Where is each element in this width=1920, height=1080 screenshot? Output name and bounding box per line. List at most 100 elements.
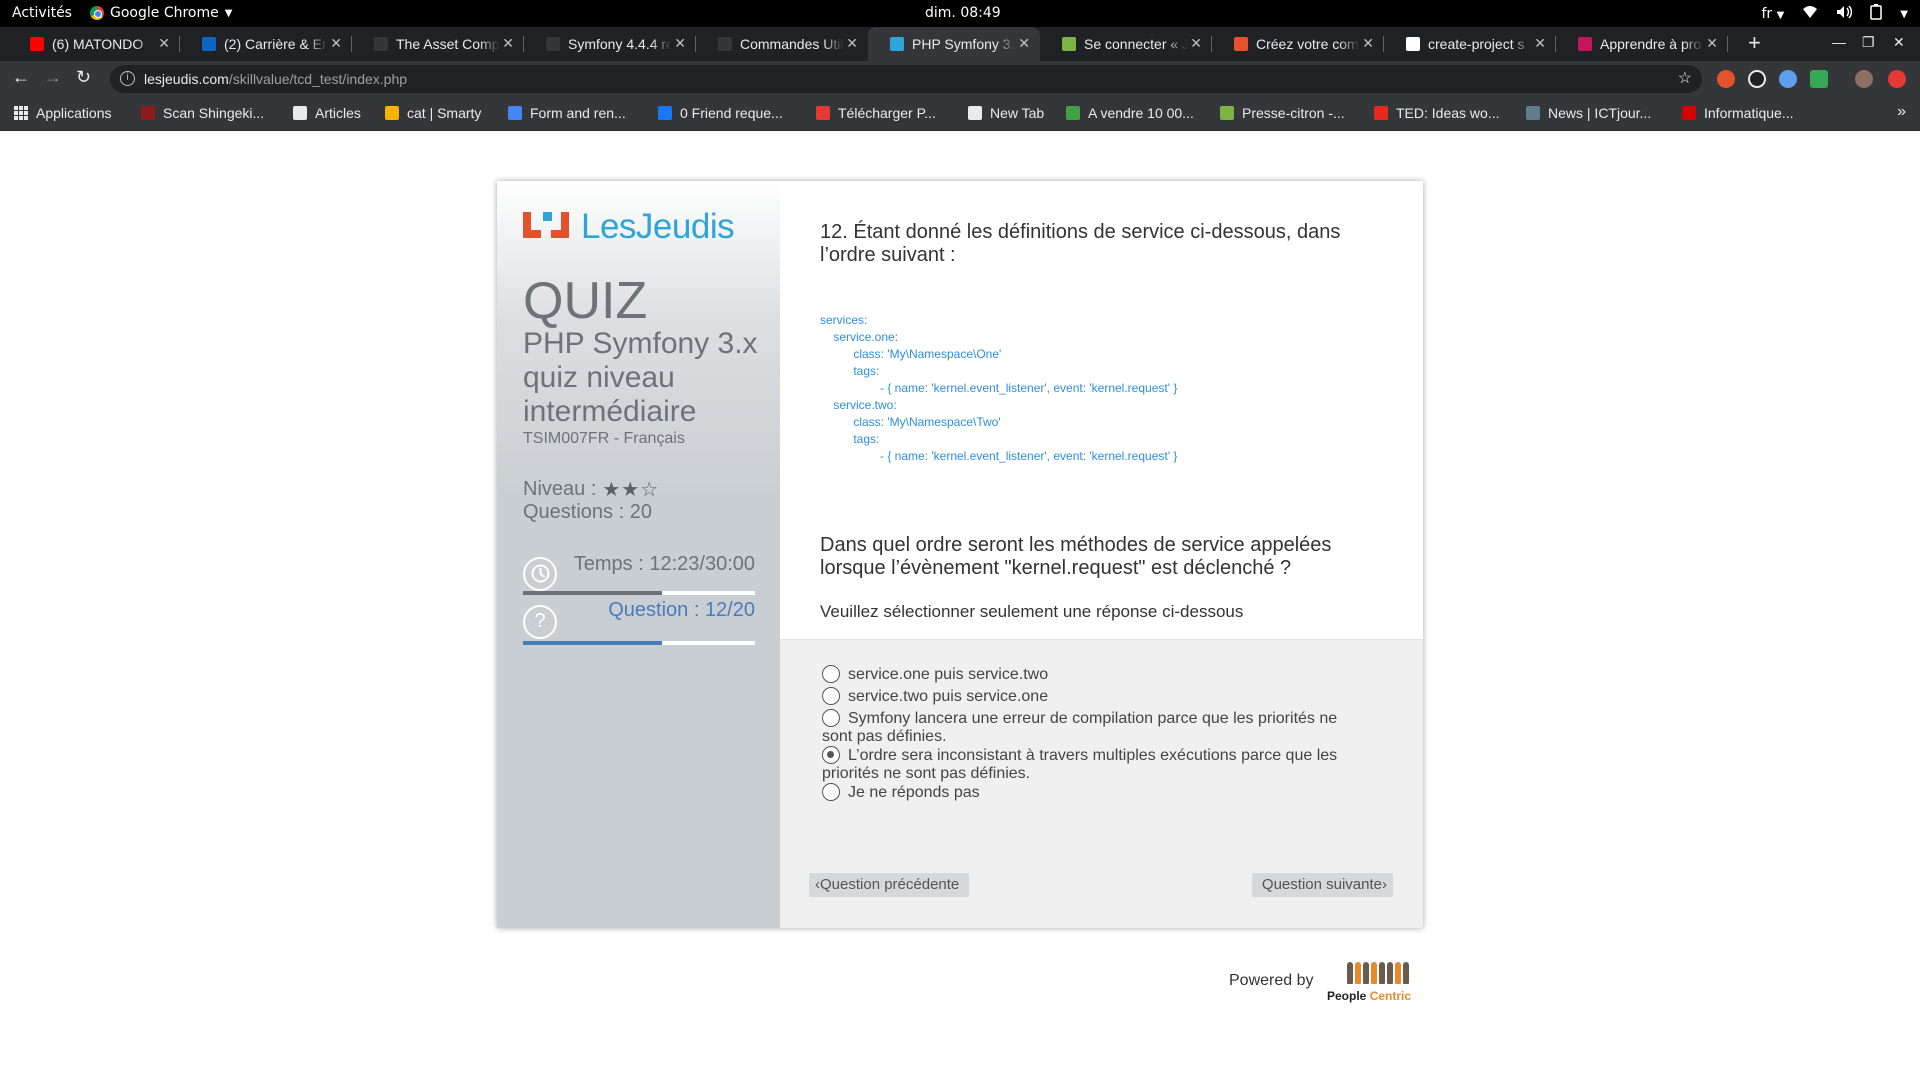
tab-title: Symfony 4.4.4 re — [568, 36, 672, 52]
tab-close-icon[interactable]: ✕ — [1190, 35, 1202, 52]
next-question-label: Question suivante — [1261, 876, 1382, 893]
answer-option[interactable]: Je ne réponds pas — [822, 783, 1362, 802]
tab-close-icon[interactable]: ✕ — [846, 35, 858, 52]
answer-radio[interactable] — [822, 687, 840, 705]
extension-icon[interactable] — [1748, 70, 1766, 88]
bookmark-item[interactable]: Télécharger P... — [816, 105, 936, 121]
code-line: class: 'My\Namespace\Two' — [820, 415, 1001, 429]
bookmark-favicon-icon — [1066, 106, 1080, 120]
browser-tab[interactable]: (6) MATONDO ✕ — [8, 27, 180, 61]
bookmark-item[interactable]: cat | Smarty — [385, 105, 481, 121]
previous-question-button[interactable]: ‹Question précédente — [809, 873, 970, 897]
answer-radio[interactable] — [822, 665, 840, 683]
bookmark-applications[interactable]: Applications — [14, 105, 112, 121]
bookmark-favicon-icon — [968, 106, 982, 120]
extension-icon[interactable] — [1888, 70, 1906, 88]
extension-icon[interactable] — [1717, 70, 1735, 88]
bookmark-item[interactable]: New Tab — [968, 105, 1044, 121]
extension-icon[interactable] — [1810, 70, 1828, 88]
browser-tab[interactable]: PHP Symfony 3.x ✕ — [868, 27, 1040, 61]
bookmark-item[interactable]: Articles — [293, 105, 361, 121]
keyboard-layout[interactable]: fr ▼ — [1761, 6, 1784, 22]
bookmark-favicon-icon — [293, 106, 307, 120]
browser-tab[interactable]: create-project s ✕ — [1384, 27, 1556, 61]
app-menu-label: Google Chrome — [110, 5, 219, 21]
maximize-button[interactable]: ❐ — [1862, 34, 1875, 51]
browser-tab[interactable]: Apprendre à pro ✕ — [1556, 27, 1728, 61]
minimize-button[interactable]: — — [1832, 34, 1846, 50]
bookmark-star-icon[interactable]: ☆ — [1678, 65, 1692, 93]
answer-label: Symfony lancera une erreur de compilatio… — [822, 710, 1338, 745]
next-question-button[interactable]: Question suivante› — [1251, 873, 1393, 897]
chevron-right-icon: › — [1382, 876, 1387, 893]
tab-title: (6) MATONDO — [52, 36, 144, 52]
answer-radio[interactable] — [822, 783, 840, 801]
tab-close-icon[interactable]: ✕ — [1534, 35, 1546, 52]
wifi-icon — [1802, 5, 1818, 23]
bookmark-label: Scan Shingeki... — [163, 105, 265, 121]
browser-tab[interactable]: Se connecter « J ✕ — [1040, 27, 1212, 61]
bookmark-item[interactable]: Form and ren... — [508, 105, 626, 121]
forward-button[interactable]: → — [44, 67, 62, 88]
answer-label: service.one puis service.two — [848, 666, 1049, 683]
address-bar[interactable]: i lesjeudis.com/skillvalue/tcd_test/inde… — [110, 65, 1702, 93]
answer-option[interactable]: service.one puis service.two — [822, 665, 1362, 684]
browser-tab[interactable]: Symfony 4.4.4 re ✕ — [524, 27, 696, 61]
tab-favicon-icon — [202, 37, 216, 51]
new-tab-button[interactable]: + — [1748, 30, 1761, 56]
info-icon[interactable]: i — [120, 71, 135, 86]
answer-label: Je ne réponds pas — [848, 784, 980, 801]
tab-close-icon[interactable]: ✕ — [1706, 35, 1718, 52]
people-centric-wordmark: People Centric — [1327, 989, 1412, 1003]
tab-close-icon[interactable]: ✕ — [502, 35, 514, 52]
bookmark-item[interactable]: News | ICTjour... — [1526, 105, 1651, 121]
tab-close-icon[interactable]: ✕ — [330, 35, 342, 52]
system-tray[interactable]: fr ▼ ▼ — [1761, 4, 1908, 24]
tab-favicon-icon — [546, 37, 560, 51]
answer-option[interactable]: Symfony lancera une erreur de compilatio… — [822, 709, 1362, 746]
question-panel: 12. Étant donné les définitions de servi… — [780, 181, 1423, 928]
tab-close-icon[interactable]: ✕ — [1018, 35, 1030, 52]
tab-title: (2) Carrière & Em — [224, 36, 328, 52]
bookmark-item[interactable]: Presse-citron -... — [1220, 105, 1345, 121]
tab-close-icon[interactable]: ✕ — [158, 35, 170, 52]
code-block: services: service.one: class: 'My\Namesp… — [820, 312, 1177, 465]
avatar[interactable] — [1855, 70, 1873, 88]
bookmarks-bar: Applications Scan Shingeki... Articles cat … — [0, 97, 1920, 131]
bookmark-item[interactable]: A vendre 10 00... — [1066, 105, 1194, 121]
browser-tab[interactable]: (2) Carrière & Em ✕ — [180, 27, 352, 61]
browser-tab[interactable]: The Asset Comp ✕ — [352, 27, 524, 61]
clock[interactable]: dim. 08:49 — [925, 5, 1001, 21]
browser-tab[interactable]: Créez votre com ✕ — [1212, 27, 1384, 61]
bookmark-item[interactable]: Scan Shingeki... — [141, 105, 264, 121]
answer-radio[interactable] — [822, 746, 840, 764]
bookmark-label: 0 Friend reque... — [680, 105, 783, 121]
browser-tab[interactable]: Commandes Util ✕ — [696, 27, 868, 61]
more-bookmarks-icon[interactable]: » — [1897, 103, 1906, 121]
answer-option[interactable]: L’ordre sera inconsistant à travers mult… — [822, 746, 1362, 783]
tab-favicon-icon — [890, 37, 904, 51]
answer-label: L’ordre sera inconsistant à travers mult… — [822, 747, 1338, 782]
level-label: Niveau : — [523, 478, 597, 500]
extension-icon[interactable] — [1779, 70, 1797, 88]
bookmark-label: TED: Ideas wo... — [1396, 105, 1500, 121]
tab-close-icon[interactable]: ✕ — [1362, 35, 1374, 52]
back-button[interactable]: ← — [12, 67, 30, 88]
level-row: Niveau : ★★☆ — [523, 477, 659, 502]
powered-by-label: Powered by — [1229, 972, 1314, 989]
tab-close-icon[interactable]: ✕ — [674, 35, 686, 52]
url-host: lesjeudis.com — [144, 71, 229, 87]
bookmark-label: Articles — [315, 105, 361, 121]
bookmark-item[interactable]: 0 Friend reque... — [658, 105, 783, 121]
tab-favicon-icon — [1062, 37, 1076, 51]
bookmark-item[interactable]: TED: Ideas wo... — [1374, 105, 1499, 121]
answer-radio[interactable] — [822, 709, 840, 727]
app-menu[interactable]: Google Chrome ▼ — [90, 5, 232, 21]
close-window-button[interactable]: ✕ — [1893, 34, 1905, 51]
answer-option[interactable]: service.two puis service.one — [822, 687, 1362, 706]
activities-button[interactable]: Activités — [12, 5, 72, 21]
bookmark-favicon-icon — [508, 106, 522, 120]
reload-button[interactable]: ↻ — [76, 67, 91, 88]
bookmark-item[interactable]: Informatique... — [1682, 105, 1794, 121]
bookmark-favicon-icon — [1682, 106, 1696, 120]
